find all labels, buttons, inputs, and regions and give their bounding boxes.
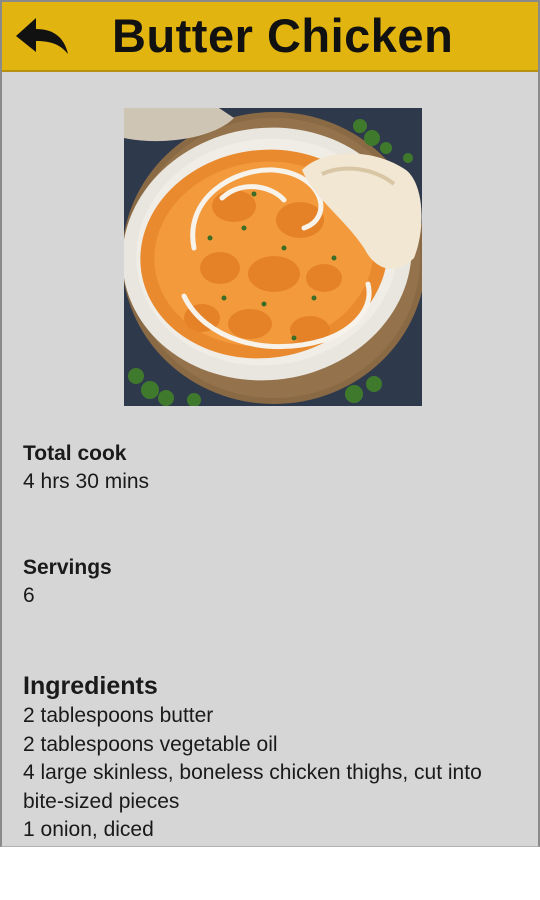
total-cook-value: 4 hrs 30 mins [23, 470, 150, 493]
total-cook-section: Total cook 4 hrs 30 mins [23, 440, 526, 496]
app-header: Butter Chicken [2, 2, 538, 72]
page-title: Butter Chicken [112, 9, 454, 62]
servings-value: 6 [23, 584, 35, 607]
recipe-image [124, 108, 422, 406]
servings-section: Servings 6 [23, 554, 526, 610]
ingredients-heading: Ingredients [23, 672, 158, 700]
ingredient-item: 1 onion, diced [23, 818, 154, 841]
total-cook-label: Total cook [23, 442, 127, 465]
ingredient-item: 4 large skinless, boneless chicken thigh… [23, 761, 482, 813]
back-arrow-icon [16, 18, 68, 54]
ingredients-section: Ingredients 2 tablespoons butter 2 table… [23, 670, 526, 845]
servings-label: Servings [23, 556, 112, 579]
ingredient-item: 2 tablespoons vegetable oil [23, 732, 278, 756]
back-button[interactable] [12, 12, 72, 62]
ingredients-list: 2 tablespoons butter 2 tablespoons veget… [23, 702, 526, 845]
ingredient-item: 2 tablespoons butter [23, 704, 214, 727]
recipe-screen: Butter Chicken Total cook 4 hrs 30 mins … [0, 0, 540, 847]
